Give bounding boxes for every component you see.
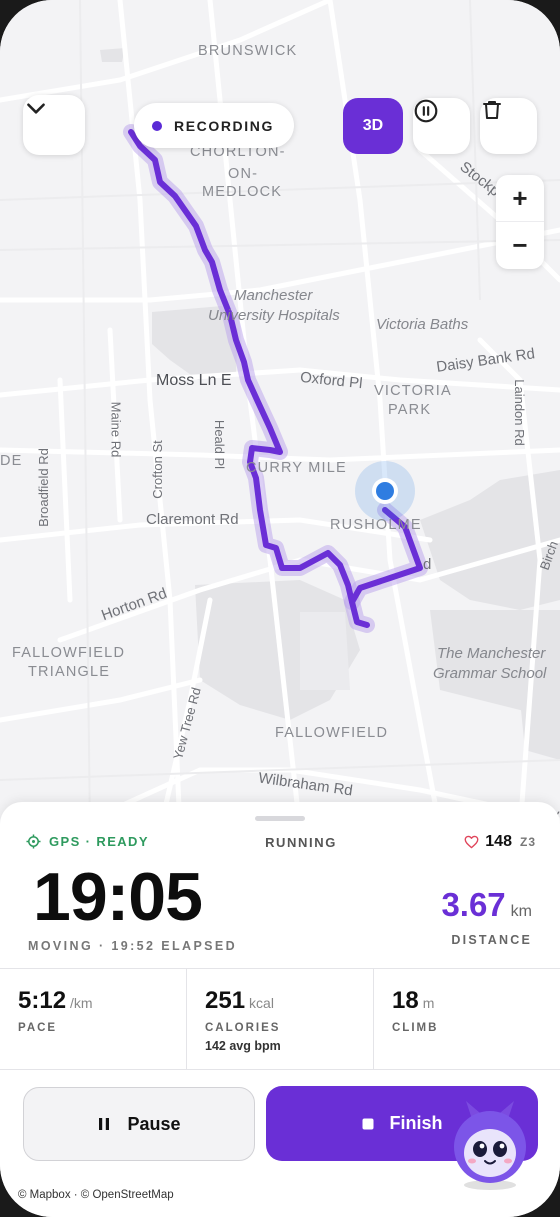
map-label: Moss Ln E [156, 372, 232, 389]
stat-pace: 5:12/km PACE [0, 969, 187, 1069]
recording-label: RECORDING [174, 117, 274, 134]
map-label: Heald Pl [212, 419, 228, 470]
heart-icon [464, 835, 479, 849]
stat-calories: 251 kcal CALORIES 142 avg bpm [187, 969, 374, 1069]
distance-unit: km [510, 903, 532, 920]
collapse-button[interactable] [23, 95, 85, 155]
map-label: TRIANGLE [28, 664, 111, 680]
recording-status-pill: RECORDING [134, 103, 294, 148]
map-label: Grammar School [433, 665, 547, 682]
map-label: Claremont Rd [146, 511, 239, 528]
stat-unit: kcal [249, 995, 274, 1011]
zoom-out-button[interactable]: − [496, 222, 544, 269]
map-label: Crofton St [149, 440, 165, 499]
heart-rate-value: 148 [485, 833, 512, 850]
chevron-down-icon [27, 103, 45, 114]
stat-label: CALORIES [205, 1022, 281, 1034]
stat-unit: /km [70, 995, 93, 1011]
stat-label: CLIMB [392, 1022, 439, 1034]
pause-button[interactable]: Pause [23, 1087, 255, 1161]
heart-rate: 148 Z3 [464, 833, 536, 851]
map-label: BRUNSWICK [198, 43, 298, 59]
stat-value: 251 [205, 987, 246, 1014]
3d-toggle-button[interactable]: 3D [343, 98, 403, 154]
distance-label: DISTANCE [451, 933, 532, 947]
stop-icon [362, 1118, 373, 1129]
distance-display: 3.67 km [441, 886, 532, 924]
map-label: PARK [388, 402, 432, 418]
finish-label: Finish [389, 1113, 443, 1133]
stats-panel: GPS · READY RUNNING 148 Z3 19:05 MOVING … [0, 802, 560, 1217]
stat-unit: m [422, 995, 435, 1011]
heart-rate-zone: Z3 [519, 835, 536, 849]
pause-circle-icon [414, 99, 438, 123]
elapsed-time: 19:05 [33, 859, 203, 935]
map-label: MEDLOCK [202, 184, 283, 200]
stat-climb: 18 m CLIMB [374, 969, 560, 1069]
app-frame: BRUNSWICK CHORLTON- ON- MEDLOCK Stockpor… [0, 0, 560, 1217]
zoom-in-button[interactable]: + [496, 175, 544, 222]
map-label: d [423, 556, 432, 573]
map-label: The Manchester [437, 645, 546, 662]
map-label: Broadfield Rd [35, 448, 51, 527]
delete-button[interactable] [480, 98, 537, 154]
map-label: FALLOWFIELD [275, 725, 389, 741]
stat-sub: 142 avg bpm [205, 1039, 281, 1053]
stat-value: 18 [392, 987, 419, 1014]
stat-value: 5:12 [18, 987, 67, 1014]
pause-icon [99, 1118, 110, 1130]
map-label: Maine Rd [108, 401, 124, 458]
map-view[interactable]: BRUNSWICK CHORLTON- ON- MEDLOCK Stockpor… [0, 0, 560, 830]
map-label: FALLOWFIELD [12, 645, 126, 661]
map-label: VICTORIA [374, 383, 452, 399]
trash-icon [483, 101, 501, 119]
stats-row: 5:12/km PACE 251 kcal CALORIES 142 avg bp… [0, 968, 560, 1070]
map-label: Victoria Baths [376, 316, 469, 333]
current-location-dot [376, 482, 394, 500]
map-label: University Hospitals [208, 307, 340, 324]
map-label: Manchester [234, 287, 313, 304]
map-label: RUSHOLME [330, 517, 422, 533]
drag-handle[interactable] [255, 816, 305, 821]
map-label: CURRY MILE [246, 460, 347, 476]
moving-time-label: MOVING · 19:52 ELAPSED [28, 939, 238, 953]
map-label: DE [0, 453, 23, 469]
recording-dot-icon [152, 120, 162, 131]
pause-map-button[interactable] [413, 98, 470, 154]
map-label: ON- [228, 166, 259, 182]
distance-value: 3.67 [441, 886, 506, 923]
stat-label: PACE [18, 1022, 58, 1034]
pause-label: Pause [127, 1113, 181, 1134]
map-attribution[interactable]: © Mapbox · © OpenStreetMap [18, 1189, 174, 1201]
mascot-icon[interactable] [450, 1097, 530, 1193]
zoom-control: + − [496, 175, 544, 269]
map-label: Laindon Rd [511, 379, 527, 446]
